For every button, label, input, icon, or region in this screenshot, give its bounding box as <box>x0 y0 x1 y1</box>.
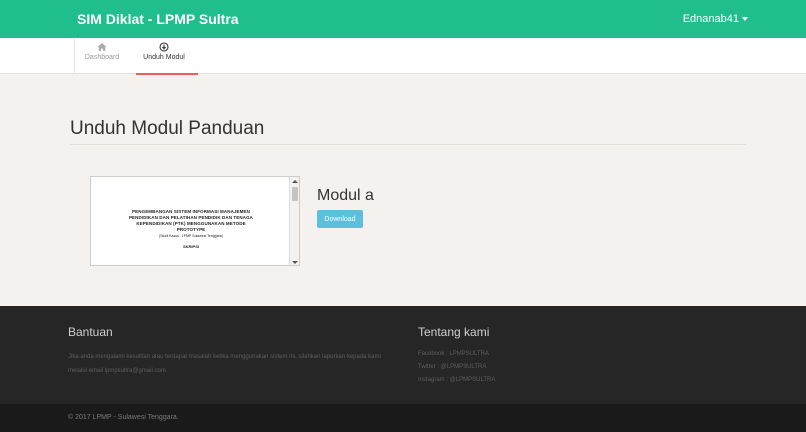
download-button[interactable]: Download <box>317 210 363 228</box>
footer: Bantuan Jika anda mengalami kesulitan at… <box>0 306 806 404</box>
tab-unduh-modul[interactable]: Unduh Modul <box>130 38 198 75</box>
doc-text-line <box>93 253 289 257</box>
tab-dashboard-label: Dashboard <box>84 54 120 61</box>
footer-bantuan-title: Bantuan <box>68 325 113 339</box>
facebook-link[interactable]: Facebook : LPMPSULTRA <box>418 348 495 361</box>
scroll-thumb[interactable] <box>292 187 298 201</box>
tab-dashboard[interactable]: Dashboard <box>74 38 129 74</box>
scroll-up-icon[interactable] <box>292 180 298 183</box>
caret-down-icon <box>742 17 748 22</box>
user-menu[interactable]: Ednanab41 <box>683 13 748 25</box>
copyright-bar: © 2017 LPMP - Sulawesi Tenggara. <box>0 404 806 432</box>
top-navbar: SIM Diklat - LPMP Sultra Ednanab41 <box>0 0 806 38</box>
secondary-nav: Dashboard Unduh Modul <box>0 38 806 75</box>
scroll-down-icon[interactable] <box>292 261 298 264</box>
doc-section: SKRIPSI <box>182 244 199 249</box>
footer-tentang-title: Tentang kami <box>418 325 490 339</box>
brand-title[interactable]: SIM Diklat - LPMP Sultra <box>77 11 239 27</box>
instagram-link[interactable]: Instagram : @LPMPSULTRA <box>418 374 495 387</box>
preview-scrollbar[interactable] <box>289 177 299 265</box>
module-name: Modul a <box>317 187 374 204</box>
page-title: Unduh Modul Panduan <box>70 118 265 139</box>
doc-subtitle: (Studi Kasus : LPMP Sulawesi Tenggara) <box>159 234 223 238</box>
module-preview[interactable]: PENGEMBANGAN SISTEM INFORMASI MANAJEMEN … <box>90 176 300 266</box>
divider <box>70 144 746 145</box>
footer-social-links: Facebook : LPMPSULTRA Twitter : @LPMPSUL… <box>418 348 495 387</box>
twitter-link[interactable]: Twitter : @LPMPSULTRA <box>418 361 495 374</box>
download-circle-icon <box>159 42 169 52</box>
copyright-text: © 2017 LPMP - Sulawesi Tenggara. <box>68 414 179 421</box>
document-page: PENGEMBANGAN SISTEM INFORMASI MANAJEMEN … <box>93 179 289 265</box>
user-name: Ednanab41 <box>682 13 739 25</box>
tab-unduh-modul-label: Unduh Modul <box>143 54 185 61</box>
footer-bantuan-text: Jika anda mengalami kesulitan atau terda… <box>68 354 381 374</box>
home-icon <box>97 43 107 51</box>
